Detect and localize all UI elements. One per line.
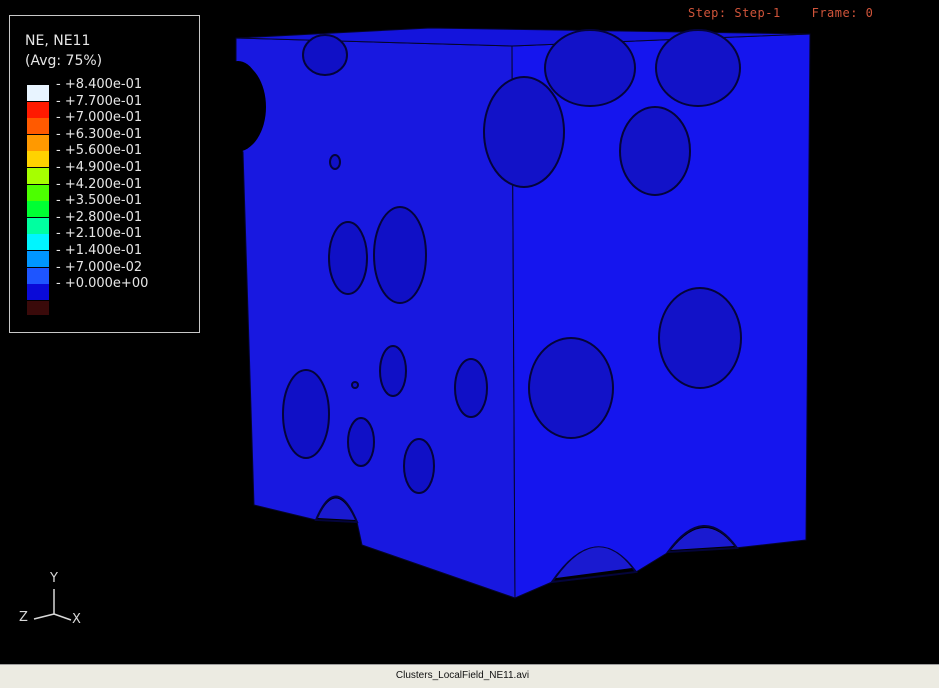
pore: [351, 381, 359, 389]
axis-x-label: X: [72, 612, 81, 627]
legend-tick-label: - +0.000e+00: [56, 276, 149, 292]
legend-tick-label: - +7.700e-01: [56, 93, 143, 109]
legend-tick-label: - +4.900e-01: [56, 160, 143, 175]
pore: [544, 29, 636, 107]
legend-swatch: [27, 284, 49, 301]
legend-swatch: [27, 85, 49, 101]
legend-tick-label: - +3.500e-01: [56, 193, 143, 209]
pore: [528, 337, 614, 439]
pore: [655, 29, 741, 107]
model-viewport[interactable]: Step: Step-1 Frame: 0 NE, NE11 (Avg: 75%…: [0, 0, 939, 664]
axis-z-label: Z: [19, 610, 28, 625]
legend-swatch: [27, 151, 49, 168]
pore: [302, 34, 348, 76]
pore: [619, 106, 691, 196]
step-frame-label: Step: Step-1 Frame: 0: [688, 6, 874, 20]
legend-swatch: [27, 267, 49, 284]
axis-y-label: Y: [50, 571, 58, 586]
legend-tick-label: - +7.000e-02: [56, 259, 143, 275]
legend-tick-label: - +5.600e-01: [56, 143, 143, 159]
legend-tick-label: - +4.200e-01: [56, 176, 143, 192]
pore: [483, 76, 565, 188]
legend-tick-label: - +6.300e-01: [56, 126, 143, 142]
file-name-label: Clusters_LocalField_NE11.avi: [395, 670, 530, 681]
axis-triad: Y X Z: [14, 571, 94, 636]
pore: [403, 438, 435, 494]
legend-swatch: [27, 134, 49, 151]
legend-swatch: [27, 201, 49, 218]
pore: [454, 358, 488, 418]
legend-swatch: [27, 300, 49, 315]
legend-title: NE, NE11: [25, 33, 91, 49]
pore: [373, 206, 427, 304]
pore: [282, 369, 330, 459]
legend-tick-label: - +2.100e-01: [56, 226, 143, 242]
pore: [329, 154, 341, 170]
legend-swatch: [27, 101, 49, 118]
status-bar: Clusters_LocalField_NE11.avi: [0, 664, 939, 688]
contour-legend: NE, NE11 (Avg: 75%) - +8.400e-01- +7.700…: [9, 15, 200, 333]
pore: [347, 417, 375, 467]
legend-tick-label: - +2.800e-01: [56, 209, 143, 225]
legend-tick-label: - +7.000e-01: [56, 110, 143, 126]
legend-swatch: [27, 118, 49, 135]
legend-tick-label: - +1.400e-01: [56, 243, 143, 258]
legend-swatch: [27, 168, 49, 184]
pore: [658, 287, 742, 389]
legend-swatch: [27, 251, 49, 267]
pore: [379, 345, 407, 397]
legend-tick-label: - +8.400e-01: [56, 77, 143, 92]
block-left-face: [235, 37, 516, 599]
legend-swatch: [27, 217, 49, 234]
legend-swatch: [27, 234, 49, 251]
pore: [328, 221, 368, 295]
legend-swatch: [27, 184, 49, 201]
legend-subtitle: (Avg: 75%): [25, 53, 103, 69]
